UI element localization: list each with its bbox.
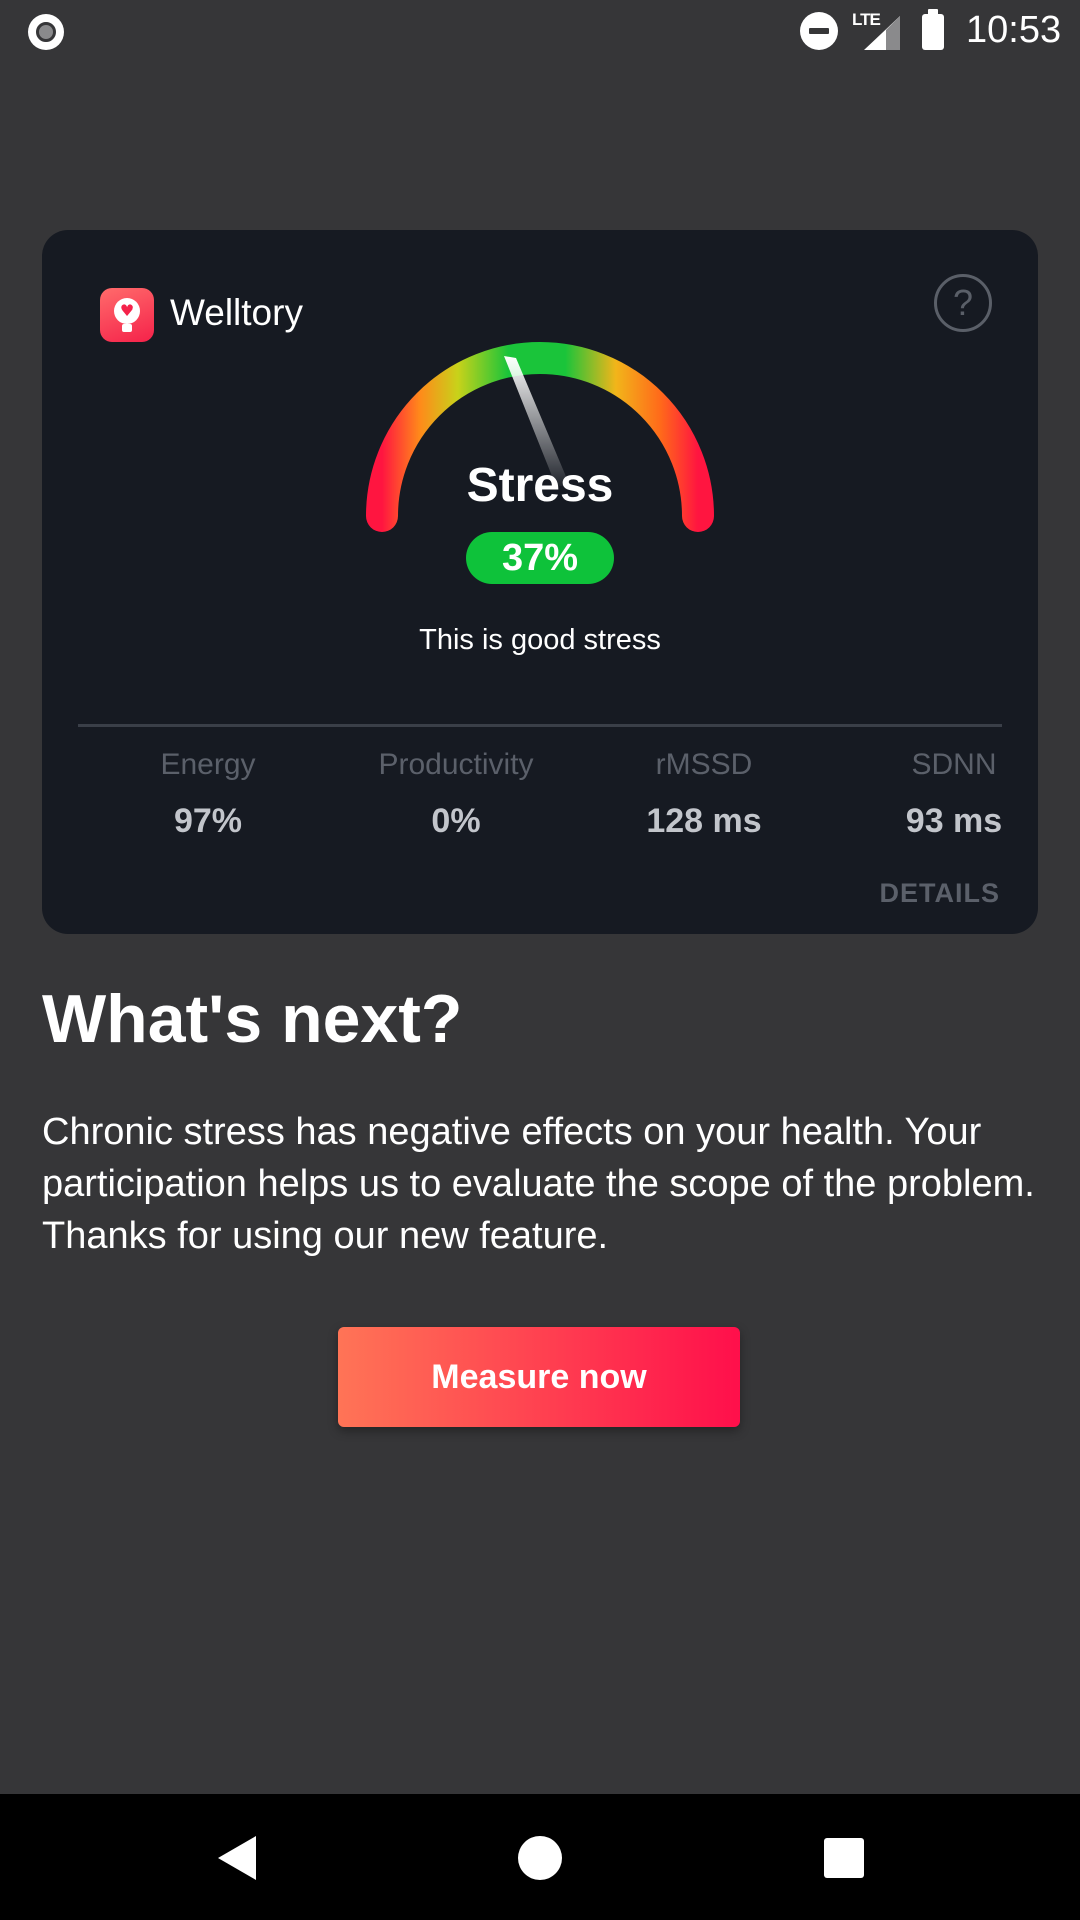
metric-energy: Energy 97% xyxy=(88,748,328,841)
section-title: What's next? xyxy=(42,981,463,1057)
signal-icon xyxy=(864,16,900,50)
metric-label: SDNN xyxy=(911,748,997,781)
measure-now-button[interactable]: Measure now xyxy=(338,1327,740,1427)
stress-result-card: ♥ Welltory ? Stress 37% This is good str… xyxy=(42,230,1038,934)
metric-label: Productivity xyxy=(378,748,534,781)
clock: 10:53 xyxy=(966,9,1062,51)
welltory-logo-icon: ♥ xyxy=(100,288,154,342)
metric-value: 97% xyxy=(173,802,243,840)
do-not-disturb-icon xyxy=(800,12,838,50)
app-name: Welltory xyxy=(170,292,303,333)
status-bar: LTE 10:53 xyxy=(0,0,1080,64)
battery-icon xyxy=(922,9,944,50)
metric-rmssd: rMSSD 128 ms xyxy=(584,748,824,841)
metric-value: 0% xyxy=(431,802,481,840)
back-icon[interactable] xyxy=(216,1834,258,1882)
metric-productivity: Productivity 0% xyxy=(336,748,576,841)
metric-label: rMSSD xyxy=(655,748,753,781)
details-link[interactable]: DETAILS xyxy=(880,878,1001,909)
home-icon[interactable] xyxy=(518,1836,562,1880)
section-body: Chronic stress has negative effects on y… xyxy=(42,1111,1035,1257)
metric-value: 93 ms xyxy=(905,802,1003,840)
divider xyxy=(78,724,1002,727)
recents-icon[interactable] xyxy=(824,1838,864,1878)
stress-percent-badge: 37% xyxy=(466,532,614,584)
stress-caption: This is good stress xyxy=(419,624,661,656)
screen-record-icon xyxy=(28,14,64,50)
metric-value: 128 ms xyxy=(646,802,762,840)
metric-sdnn: SDNN 93 ms xyxy=(834,748,1074,841)
metric-label: Energy xyxy=(160,748,256,781)
help-button[interactable]: ? xyxy=(934,274,992,332)
gauge-title: Stress xyxy=(466,459,614,512)
navigation-bar xyxy=(0,1794,1080,1920)
